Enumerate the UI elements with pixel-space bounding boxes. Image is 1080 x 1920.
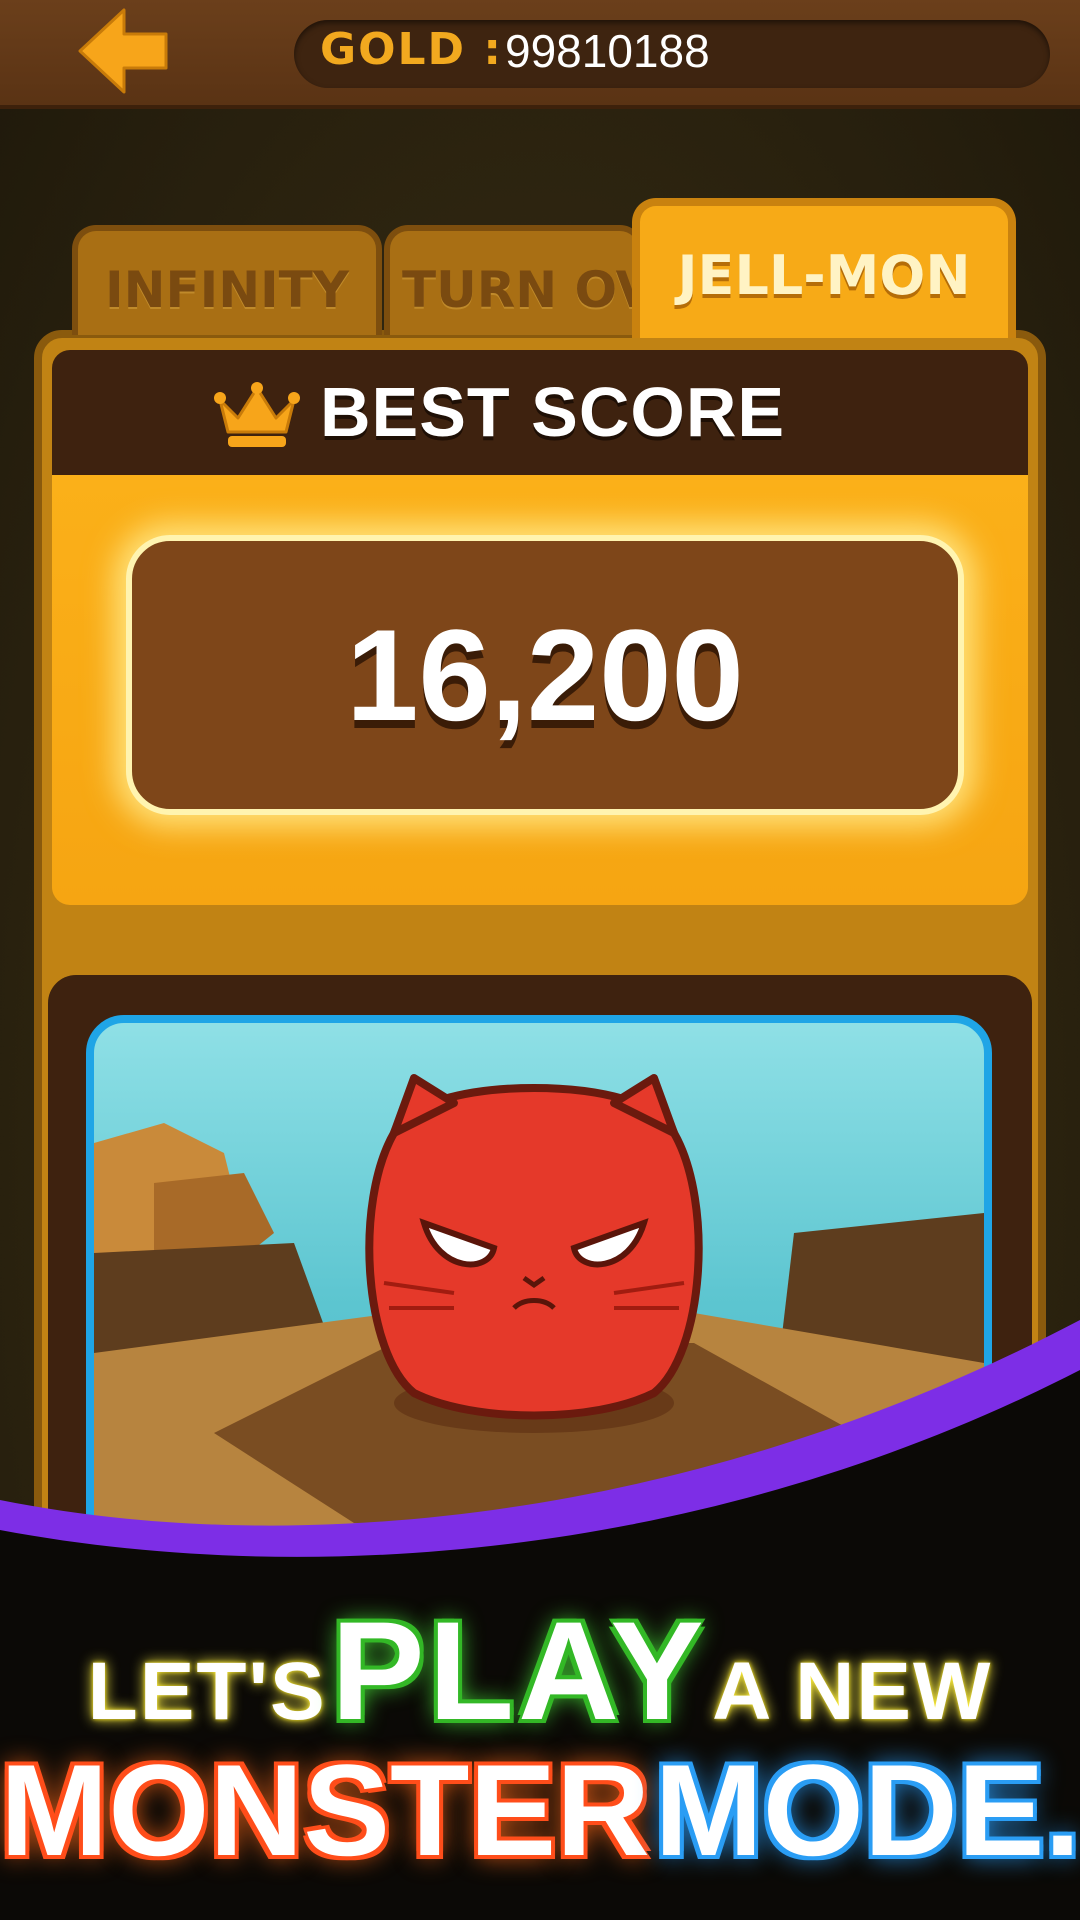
promo-line-1: LET'S PLAY A NEW xyxy=(0,1590,1080,1752)
tab-turnover[interactable]: TURN OVI xyxy=(384,225,644,335)
promo-line-2: MONSTER MODE. xyxy=(0,1735,1080,1885)
promo-word-play: PLAY xyxy=(331,1592,708,1749)
gold-value: 99810188 xyxy=(505,25,710,77)
back-button[interactable] xyxy=(74,6,174,96)
best-score-label: BEST SCORE xyxy=(320,373,786,451)
jelly-monster-illustration xyxy=(94,1074,984,1647)
tab-label: INFINITY xyxy=(105,261,349,319)
promo-word-monster: MONSTER xyxy=(0,1737,650,1883)
promo-word: LET'S xyxy=(87,1646,327,1737)
best-score-value: 16,200 xyxy=(346,602,744,748)
promo-word-mode: MODE. xyxy=(654,1737,1080,1883)
tab-infinity[interactable]: INFINITY xyxy=(72,225,382,335)
back-arrow-icon xyxy=(78,8,168,94)
tab-label: TURN OVI xyxy=(402,261,638,319)
monster-preview[interactable] xyxy=(86,1015,992,1655)
gold-label: GOLD : xyxy=(320,24,503,75)
tab-jellmon[interactable]: JELL-MON xyxy=(632,198,1016,338)
tab-label: JELL-MON xyxy=(677,244,971,307)
crown-icon xyxy=(214,382,300,447)
promo-word: A NEW xyxy=(712,1646,993,1737)
